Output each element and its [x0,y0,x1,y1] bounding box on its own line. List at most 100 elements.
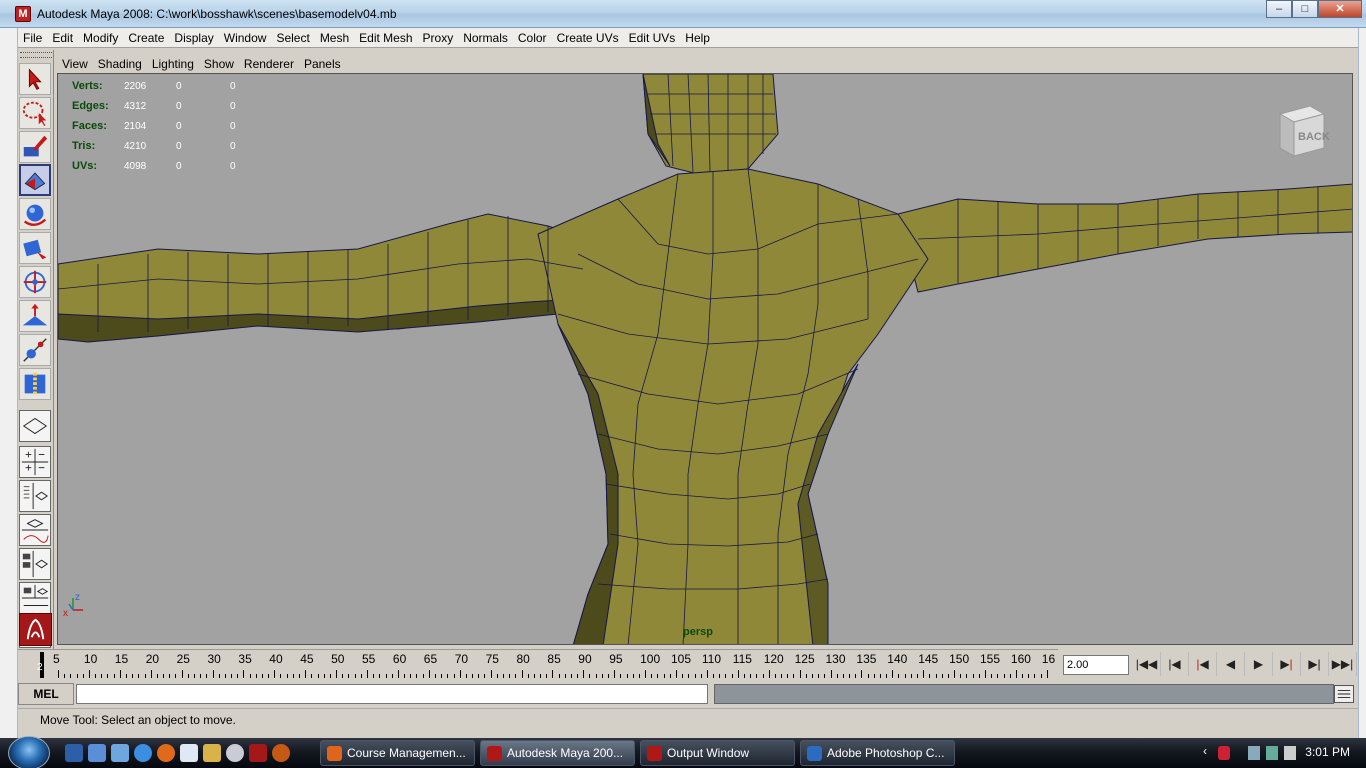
switch-windows-icon[interactable] [88,744,106,762]
start-button[interactable] [8,736,50,768]
single-perspective-layout-icon[interactable] [19,410,51,442]
timeline-minor-tick [935,674,937,678]
menu-select[interactable]: Select [271,28,314,47]
play-backwards-icon[interactable]: ◀ [1217,652,1245,676]
app-quick-launch-icon[interactable] [203,744,221,762]
panel-menu-lighting[interactable]: Lighting [147,55,199,73]
show-manipulator-tool-icon[interactable] [19,334,51,366]
step-back-frame-icon[interactable]: | ◀ [1189,652,1217,676]
timeline-minor-tick [663,674,665,678]
timeline-minor-tick [64,674,66,678]
menu-mesh[interactable]: Mesh [315,28,354,47]
menu-file[interactable]: File [18,28,47,47]
computer-icon[interactable] [111,744,129,762]
step-forward-frame-icon[interactable]: ▶ | [1273,652,1301,676]
panel-menu-show[interactable]: Show [199,55,239,73]
go-to-start-icon[interactable]: |◀◀ [1133,652,1161,676]
close-button[interactable]: ✕ [1318,0,1362,18]
menu-edit[interactable]: Edit [47,28,78,47]
move-tool-icon[interactable] [19,164,51,196]
timeline-minor-tick [731,674,733,678]
step-forward-key-icon[interactable]: ▶| [1301,652,1329,676]
timeline-minor-tick [750,674,752,678]
view-cube[interactable]: BACK [1270,100,1330,160]
panel-menu-shading[interactable]: Shading [93,55,147,73]
tray-expand-icon[interactable]: ‹ [1203,744,1215,758]
panel-menu-view[interactable]: View [57,55,93,73]
timeline-minor-tick [299,674,301,678]
firefox-icon[interactable] [157,744,175,762]
select-tool-icon[interactable] [19,63,51,95]
hypershade-persp-layout-icon[interactable] [19,548,51,580]
picasa-icon[interactable] [180,744,198,762]
menu-color[interactable]: Color [513,28,552,47]
task-course-management[interactable]: Course Managemen... [320,740,475,766]
script-editor-icon[interactable] [1334,685,1354,703]
menu-display[interactable]: Display [169,28,218,47]
current-time-field[interactable] [1063,655,1129,675]
mel-language-toggle[interactable]: MEL [18,683,74,705]
axis-label-x: x [63,608,68,618]
playback-controls: |◀◀ |◀ | ◀ ◀ ▶ ▶ | ▶| ▶▶| [1133,652,1357,676]
timeline-tick-label: 65 [423,652,438,666]
task-output-window[interactable]: Output Window [640,740,795,766]
universal-manipulator-icon[interactable] [19,266,51,298]
internet-explorer-icon[interactable] [134,744,152,762]
maya-application: M Autodesk Maya 2008: C:\work\bosshawk\s… [0,0,1366,768]
menu-create-uvs[interactable]: Create UVs [552,28,624,47]
menu-edit-uvs[interactable]: Edit UVs [624,28,681,47]
menu-edit-mesh[interactable]: Edit Mesh [354,28,417,47]
menu-help[interactable]: Help [680,28,715,47]
hud-value: 2206 [124,80,147,92]
mel-command-input[interactable] [76,684,708,704]
maximize-button[interactable]: □ [1292,0,1318,18]
timeline-tick-mark [737,670,739,678]
step-back-key-icon[interactable]: |◀ [1161,652,1189,676]
media-player-icon[interactable] [226,744,244,762]
time-slider[interactable]: 2 5 10 15 20 25 30 35 40 45 50 55 60 65 70 75 80 85 90 95 1… [18,649,1058,679]
timeline-minor-tick [1028,674,1030,678]
menu-proxy[interactable]: Proxy [418,28,459,47]
tray-app-icon[interactable] [1218,746,1230,760]
power-icon[interactable] [1266,746,1278,760]
timeline-minor-tick [224,674,226,678]
maya-quick-launch-icon[interactable] [249,744,267,762]
minimize-button[interactable]: – [1266,0,1292,18]
timeline-minor-tick [95,674,97,678]
panel-menu-panels[interactable]: Panels [299,55,346,73]
toolbox-grip[interactable] [20,52,52,58]
task-adobe-photoshop[interactable]: Adobe Photoshop C... [800,740,955,766]
paint-selection-tool-icon[interactable] [19,131,51,163]
task-autodesk-maya[interactable]: Autodesk Maya 200... [480,740,635,766]
maya-logo-icon[interactable] [19,613,52,646]
volume-icon[interactable] [1284,746,1296,760]
scale-tool-icon[interactable] [19,232,51,264]
four-view-layout-icon[interactable] [19,446,51,478]
hud-label: Verts: [72,80,103,92]
timeline-tick-label: 25 [176,652,190,666]
browser-quick-launch-icon[interactable] [272,744,290,762]
go-to-end-icon[interactable]: ▶▶| [1329,652,1357,676]
taskbar-clock[interactable]: 3:01 PM [1305,745,1350,759]
timeline-minor-tick [107,674,109,678]
last-used-tool-icon[interactable] [19,368,51,400]
outliner-persp-layout-icon[interactable] [19,480,51,512]
timeline-minor-tick [879,674,881,678]
persp-graph-layout-icon[interactable] [19,514,51,546]
menu-create[interactable]: Create [123,28,169,47]
timeline-minor-tick [886,674,888,678]
perspective-viewport[interactable]: Verts: 2206 0 0 Edges: 4312 0 0 Faces: 2… [57,73,1353,645]
panel-menu-renderer[interactable]: Renderer [239,55,299,73]
network-icon[interactable] [1248,746,1260,760]
rotate-tool-icon[interactable] [19,198,51,230]
timeline-minor-tick [453,674,455,678]
menu-window[interactable]: Window [219,28,272,47]
persp-graph-hypershade-layout-icon[interactable] [19,582,51,614]
menu-modify[interactable]: Modify [78,28,123,47]
soft-modification-tool-icon[interactable] [19,300,51,332]
show-desktop-icon[interactable] [65,744,83,762]
maya-app-icon[interactable]: M [15,6,31,22]
menu-normals[interactable]: Normals [458,28,513,47]
lasso-tool-icon[interactable] [19,97,51,129]
play-forwards-icon[interactable]: ▶ [1245,652,1273,676]
